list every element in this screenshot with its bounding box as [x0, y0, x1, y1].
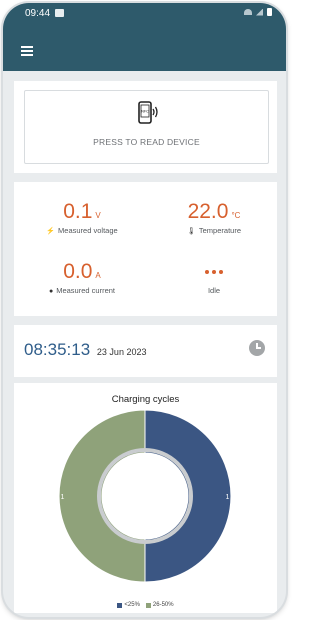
- legend-item: 26-50%: [145, 602, 174, 608]
- signal-icon: [256, 8, 263, 16]
- app-bar: [3, 25, 286, 71]
- legend-item: <25%: [117, 602, 140, 608]
- thermometer-icon: 🌡: [187, 228, 196, 235]
- status-bar: 09:44: [3, 3, 286, 25]
- clock-icon[interactable]: [249, 340, 265, 356]
- menu-icon[interactable]: [21, 46, 33, 56]
- legend-swatch: [117, 602, 123, 608]
- status-time: 09:44: [25, 8, 51, 19]
- legend-label: 26-50%: [152, 602, 174, 608]
- phone-screen: 09:44 NFC PRESS TO READ DEVICE 0.1 V ⚡ Mea…: [3, 3, 286, 617]
- more-dots-icon: [154, 260, 274, 284]
- plug-icon: ●: [48, 288, 54, 295]
- temperature-value: 22.0: [187, 200, 229, 223]
- device-time: 08:35:13: [24, 340, 91, 359]
- voltage-metric: 0.1 V ⚡ Measured voltage: [22, 200, 142, 235]
- donut-slice-1: [144, 409, 232, 583]
- legend-swatch: [145, 602, 151, 608]
- device-date: 23 Jun 2023: [96, 347, 147, 357]
- metrics-card: 0.1 V ⚡ Measured voltage 22.0 °C 🌡 Temperatu…: [14, 182, 277, 316]
- current-value: 0.0: [63, 260, 93, 283]
- chart-legend: <25% 26-50%: [14, 602, 277, 608]
- lightning-icon: ⚡: [46, 228, 56, 235]
- device-datetime: 08:35:13 23 Jun 2023: [24, 340, 146, 360]
- voltage-unit: V: [95, 211, 101, 220]
- charging-cycles-chart: 11: [58, 409, 232, 583]
- donut-slice-2: [58, 409, 146, 583]
- voltage-value: 0.1: [63, 200, 93, 223]
- nfc-card: NFC PRESS TO READ DEVICE: [14, 81, 277, 173]
- current-label: Measured current: [56, 286, 115, 295]
- temperature-unit: °C: [231, 211, 241, 220]
- datetime-card: 08:35:13 23 Jun 2023: [14, 325, 277, 377]
- notification-icon: [55, 9, 64, 17]
- wifi-icon: [244, 9, 252, 15]
- state-label: Idle: [207, 286, 221, 295]
- voltage-label: Measured voltage: [58, 226, 118, 235]
- slice-value-label-2: 1: [61, 494, 65, 501]
- charging-cycles-card: Charging cycles 11 <25% 26-50%: [14, 383, 277, 613]
- nfc-phone-icon: NFC: [138, 101, 158, 124]
- temperature-metric: 22.0 °C 🌡 Temperature: [154, 200, 274, 235]
- slice-value-label-1: 1: [226, 494, 230, 501]
- state-metric: Idle: [154, 260, 274, 295]
- legend-label: <25%: [124, 602, 140, 608]
- battery-icon: [267, 8, 272, 16]
- read-device-label: PRESS TO READ DEVICE: [93, 137, 200, 147]
- read-device-button[interactable]: NFC PRESS TO READ DEVICE: [24, 90, 269, 164]
- system-icons: [244, 8, 272, 16]
- svg-text:NFC: NFC: [141, 110, 149, 114]
- current-unit: A: [95, 271, 101, 280]
- current-metric: 0.0 A ● Measured current: [22, 260, 142, 295]
- donut-inner-ring: [97, 448, 193, 544]
- temperature-label: Temperature: [198, 226, 241, 235]
